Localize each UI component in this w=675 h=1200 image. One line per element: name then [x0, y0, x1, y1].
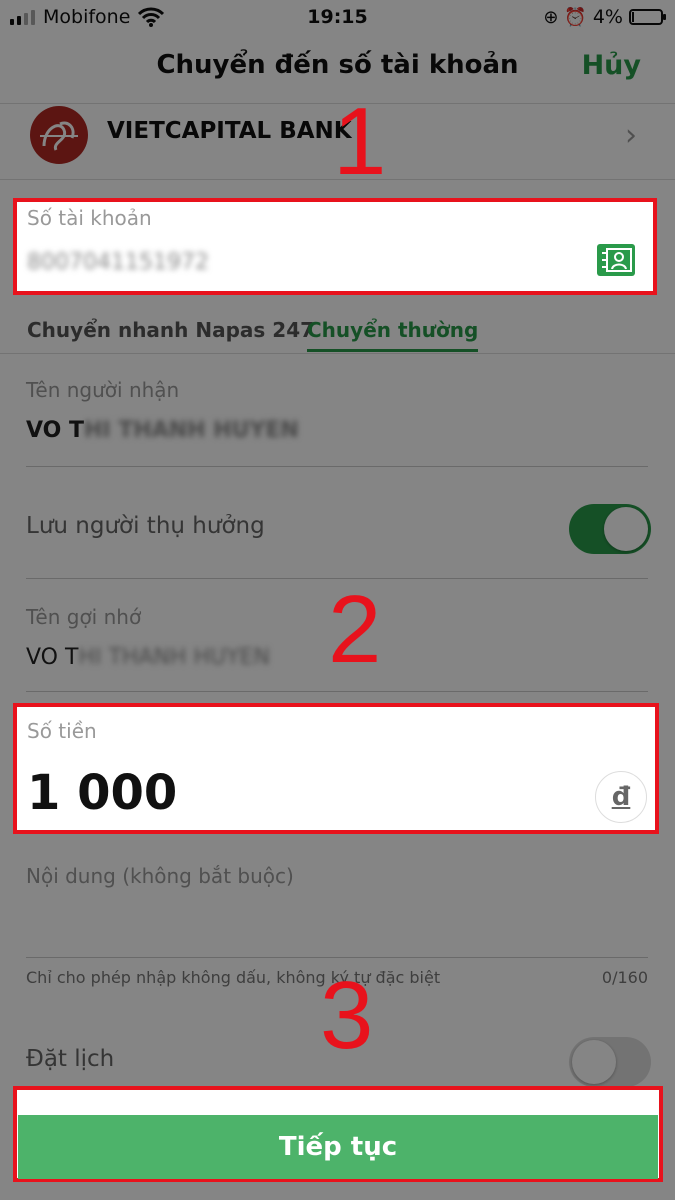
content-label: Nội dung (không bắt buộc)	[26, 864, 294, 888]
bank-logo	[30, 106, 88, 164]
rotation-lock-icon: ⊕	[543, 6, 559, 28]
save-beneficiary-row: Lưu người thụ hưởng	[26, 467, 648, 579]
tab-napas-247[interactable]: Chuyển nhanh Napas 247	[27, 318, 314, 342]
recipient-name-value: VO THI THANH HUYEN	[26, 418, 299, 443]
battery-percent: 4%	[592, 6, 623, 28]
alarm-icon: ⏰	[564, 6, 587, 28]
schedule-toggle[interactable]	[569, 1037, 651, 1087]
amount-field[interactable]: Số tiền 1 000 đ	[13, 703, 659, 834]
currency-dong-icon: đ	[595, 771, 647, 823]
chevron-right-icon: ›	[625, 118, 637, 153]
content-field[interactable]: Nội dung (không bắt buộc)	[26, 838, 648, 958]
account-number-value: 8007041151972	[27, 250, 209, 275]
status-bar: Mobifone 19:15 ⊕ ⏰ 4%	[0, 0, 675, 36]
transfer-tabs: Chuyển nhanh Napas 247 Chuyển thường	[0, 308, 675, 354]
recipient-name-label: Tên người nhận	[26, 378, 180, 402]
schedule-label: Đặt lịch	[26, 1046, 115, 1072]
cancel-button[interactable]: Hủy	[582, 50, 641, 81]
account-number-label: Số tài khoản	[27, 206, 152, 230]
annotation-number-1: 1	[333, 88, 387, 195]
annotation-number-2: 2	[328, 576, 382, 683]
content-hint: Chỉ cho phép nhập không dấu, không ký tự…	[26, 968, 441, 987]
status-right: ⊕ ⏰ 4%	[543, 6, 666, 28]
save-beneficiary-toggle[interactable]	[569, 504, 651, 554]
save-beneficiary-label: Lưu người thụ hưởng	[26, 513, 265, 539]
recipient-name-field: Tên người nhận VO THI THANH HUYEN	[26, 370, 648, 467]
contacts-icon[interactable]	[597, 244, 635, 276]
annotation-number-3: 3	[320, 962, 374, 1069]
continue-button[interactable]: Tiếp tục	[18, 1115, 658, 1179]
amount-value: 1 000	[27, 765, 178, 821]
content-counter: 0/160	[601, 968, 648, 987]
account-number-field[interactable]: Số tài khoản 8007041151972	[13, 198, 657, 295]
bank-name: VIETCAPITAL BANK	[107, 118, 352, 144]
page-title: Chuyển đến số tài khoản	[156, 50, 519, 80]
amount-label: Số tiền	[27, 719, 97, 743]
tab-standard-transfer[interactable]: Chuyển thường	[307, 318, 479, 352]
battery-icon	[629, 9, 666, 25]
